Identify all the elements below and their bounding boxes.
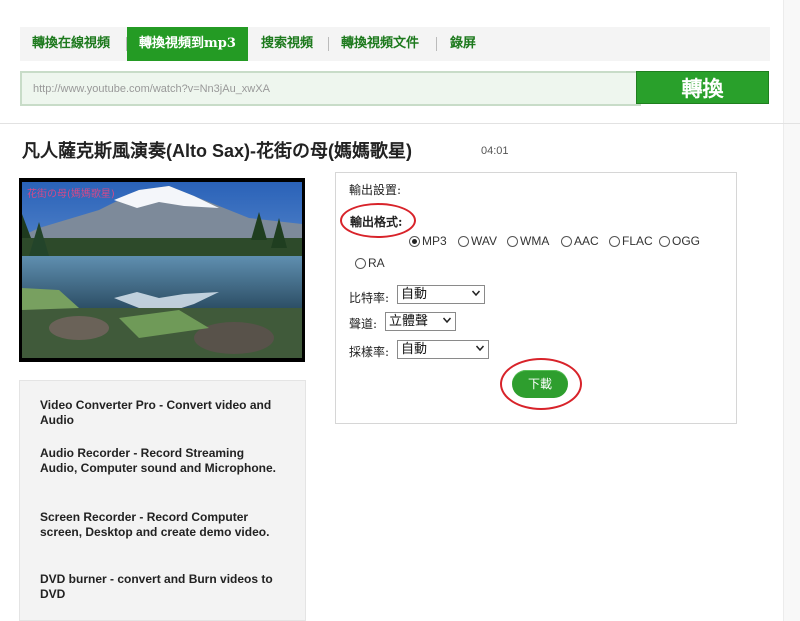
format-option-flac[interactable]: FLAC [609,234,653,248]
product-audio-recorder[interactable]: Audio Recorder - Record Streaming Audio,… [40,446,280,476]
format-option-mp3[interactable]: MP3 [409,234,447,248]
tab-search-video[interactable]: 搜索視頻 [261,27,313,61]
chevron-down-icon [476,345,484,352]
channel-label: 聲道: [349,317,378,331]
radio-icon[interactable] [561,235,572,247]
tab-convert-video-to-mp3[interactable]: 轉換視頻到mp3 [127,27,248,61]
settings-heading: 輸出設置: [349,183,402,197]
tab-convert-online-video[interactable]: 轉換在線視頻 [32,27,110,61]
radio-icon[interactable] [458,235,469,247]
radio-icon[interactable] [507,235,518,247]
video-title: 凡人薩克斯風演奏(Alto Sax)-花街の母(媽媽歌星) [22,141,412,161]
product-dvd-burner[interactable]: DVD burner - convert and Burn videos to … [40,572,280,602]
tab-separator [436,37,437,51]
radio-checked-icon[interactable] [409,235,420,247]
convert-button[interactable]: 轉換 [636,71,769,104]
samplerate-label: 採樣率: [349,345,390,359]
url-input[interactable] [20,71,641,106]
tab-convert-video-file[interactable]: 轉換視頻文件 [341,27,419,61]
landscape-image [19,178,305,362]
bitrate-select[interactable]: 自動 [397,285,485,304]
thumbnail-caption: 花街の母(媽媽歌星) [27,189,115,200]
format-option-wav[interactable]: WAV [458,234,497,248]
video-duration: 04:01 [481,145,509,157]
tab-separator [328,37,329,51]
format-option-aac[interactable]: AAC [561,234,599,248]
channel-select[interactable]: 立體聲 [385,312,456,331]
format-label: 輸出格式: [350,215,403,229]
product-list: Video Converter Pro - Convert video and … [19,380,306,621]
bitrate-label: 比特率: [349,291,390,305]
nav-tabs: 轉換在線視頻 轉換視頻到mp3 搜索視頻 轉換視頻文件 錄屏 [20,27,770,61]
samplerate-select[interactable]: 自動 [397,340,489,359]
video-thumbnail: 花街の母(媽媽歌星) [19,178,305,362]
radio-icon[interactable] [609,235,620,247]
format-option-wma[interactable]: WMA [507,234,549,248]
chevron-down-icon [472,290,480,297]
tab-screen-record[interactable]: 錄屏 [450,27,476,61]
radio-icon[interactable] [355,257,366,269]
divider [0,123,800,124]
radio-icon[interactable] [659,235,670,247]
format-option-ra[interactable]: RA [355,256,385,270]
product-video-converter[interactable]: Video Converter Pro - Convert video and … [40,398,280,428]
download-button[interactable]: 下載 [512,370,568,398]
chevron-down-icon [443,317,451,324]
scrollbar-track[interactable] [783,0,800,621]
format-option-ogg[interactable]: OGG [659,234,700,248]
product-screen-recorder[interactable]: Screen Recorder - Record Computer screen… [40,510,280,540]
